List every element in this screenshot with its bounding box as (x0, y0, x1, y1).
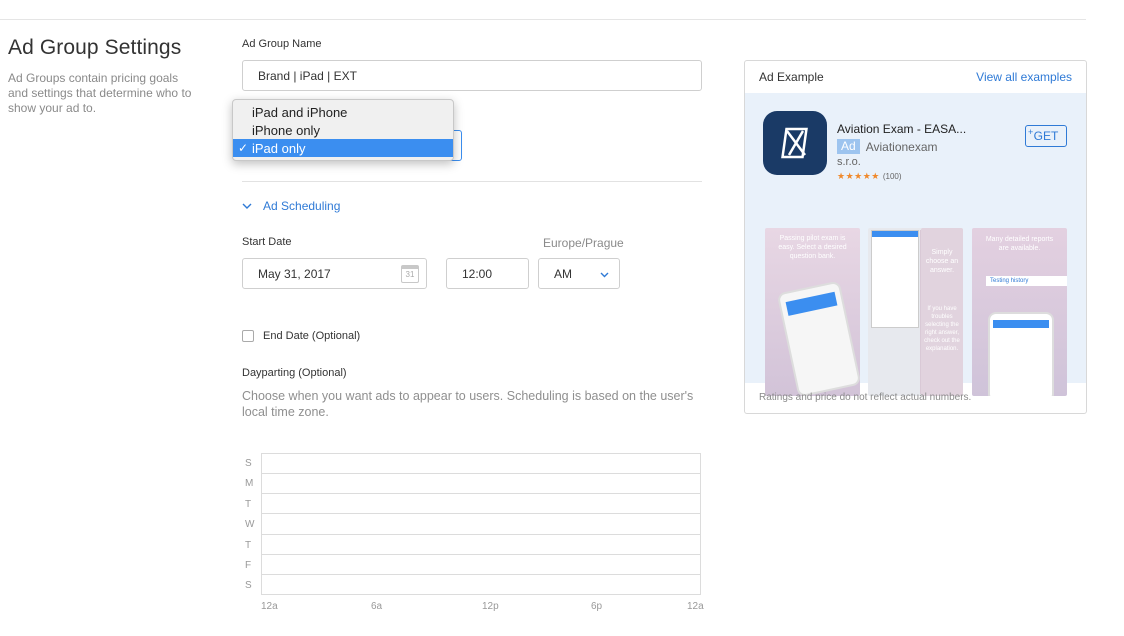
option-label: iPad and iPhone (252, 104, 348, 120)
day-label: M (245, 478, 254, 489)
end-date-label: End Date (Optional) (263, 330, 361, 342)
start-date-value: May 31, 2017 (258, 266, 331, 281)
dropdown-option-ipad-only[interactable]: ✓ iPad only (233, 139, 453, 157)
app-name: Aviation Exam - EASA... (837, 122, 967, 136)
day-label: S (245, 580, 252, 591)
get-label: GET (1033, 129, 1059, 143)
plus-icon: + (1028, 127, 1034, 137)
day-label: W (245, 519, 255, 530)
grid-line (262, 473, 700, 474)
hour-label: 12p (482, 601, 499, 612)
phone-mockup (871, 230, 919, 328)
screenshot-caption: Many detailed reports are available. (985, 236, 1054, 252)
dropdown-option-ipad-and-iphone[interactable]: iPad and iPhone (233, 103, 453, 121)
page-title: Ad Group Settings (8, 36, 182, 59)
developer-name: Aviationexam (865, 139, 938, 154)
ad-group-name-label: Ad Group Name (242, 38, 322, 50)
dayparting-help: Choose when you want ads to appear to us… (242, 389, 694, 419)
screen-bar (785, 291, 838, 316)
view-all-examples-link[interactable]: View all examples (976, 70, 1072, 84)
ampm-value: AM (554, 266, 572, 281)
grid-line (262, 554, 700, 555)
start-date-label: Start Date (242, 236, 292, 248)
rating: ★★★★★ (100) (837, 171, 902, 182)
app-icon (763, 111, 827, 175)
dropdown-option-iphone-only[interactable]: iPhone only (233, 121, 453, 139)
section-divider (242, 181, 702, 182)
day-label: T (245, 540, 252, 551)
dayparting-label: Dayparting (Optional) (242, 367, 347, 379)
end-date-option[interactable]: End Date (Optional) (242, 330, 360, 342)
hour-label: 12a (687, 601, 704, 612)
checkmark-icon: ✓ (238, 141, 249, 155)
devices-dropdown-menu: iPad and iPhone iPhone only ✓ iPad only (232, 99, 454, 161)
ad-scheduling-toggle[interactable]: Ad Scheduling (242, 199, 340, 213)
option-label: iPhone only (252, 122, 320, 138)
grid-line (262, 513, 700, 514)
app-screenshot: Simply choose an answer. If you have tro… (921, 228, 963, 396)
calendar-icon[interactable]: 31 (401, 265, 419, 283)
start-time-value: 12:00 (462, 266, 493, 281)
screenshot-caption: If you have troubles selecting the right… (924, 306, 960, 352)
chevron-down-icon (242, 203, 252, 209)
page-description: Ad Groups contain pricing goals and sett… (8, 71, 192, 115)
grid-line (262, 534, 700, 535)
aviation-exam-logo-icon (781, 127, 808, 159)
start-time-input[interactable]: 12:00 (446, 258, 529, 289)
get-button[interactable]: + GET (1025, 125, 1067, 147)
phone-mockup (988, 312, 1054, 396)
chevron-down-icon (600, 272, 609, 278)
day-label: F (245, 560, 252, 571)
ad-scheduling-label: Ad Scheduling (263, 199, 341, 213)
developer-suffix: s.r.o. (837, 156, 861, 168)
day-label: S (245, 458, 252, 469)
grid-line (262, 493, 700, 494)
ad-example-card: Ad Example View all examples Aviation Ex… (744, 60, 1087, 414)
option-label: iPad only (252, 140, 306, 156)
ad-preview: Aviation Exam - EASA... Ad Aviationexam … (745, 93, 1086, 396)
app-screenshot: Many detailed reports are available. Tes… (972, 228, 1067, 396)
ad-group-name-value: Brand | iPad | EXT (258, 68, 357, 83)
highlighted-report: Testing history (986, 276, 1067, 286)
screen-bar (993, 320, 1049, 328)
phone-mockup (776, 280, 860, 396)
grid-line (262, 574, 700, 575)
rating-count: (100) (882, 172, 902, 181)
day-label: T (245, 499, 252, 510)
ad-example-title: Ad Example (759, 70, 824, 84)
hour-label: 12a (261, 601, 278, 612)
app-screenshot: Passing pilot exam is easy. Select a des… (765, 228, 860, 396)
star-icon: ★★★★★ (837, 171, 880, 181)
ad-example-footer: Ratings and price do not reflect actual … (759, 392, 972, 403)
start-date-input[interactable]: May 31, 2017 31 (242, 258, 427, 289)
ad-group-name-input[interactable]: Brand | iPad | EXT (242, 60, 702, 91)
ad-badge: Ad (837, 139, 860, 154)
screenshot-caption: Simply choose an answer. (925, 249, 959, 274)
app-meta: Ad Aviationexam (837, 139, 938, 154)
hour-label: 6a (371, 601, 383, 612)
timezone-label: Europe/Prague (543, 236, 624, 250)
hour-label: 6p (591, 601, 603, 612)
screenshot-caption: Passing pilot exam is easy. Select a des… (778, 235, 847, 260)
dayparting-grid[interactable] (261, 453, 701, 595)
ampm-select[interactable]: AM (538, 258, 620, 289)
screen-bar (872, 231, 918, 237)
end-date-checkbox[interactable] (242, 330, 254, 342)
calendar-day: 31 (405, 270, 415, 279)
top-divider (0, 19, 1086, 20)
